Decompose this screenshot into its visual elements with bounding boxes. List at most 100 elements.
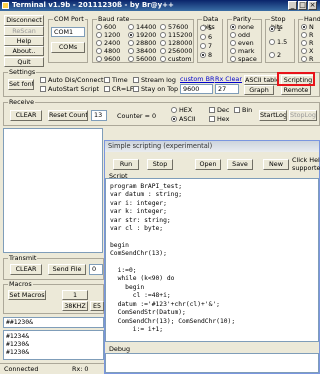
baud-col-2: 14400 19200 28800 38400 56000: [128, 23, 162, 63]
auto-dis-connect-checkbox[interactable]: Auto Dis/Connect: [40, 76, 103, 84]
baud-option[interactable]: 28800: [128, 39, 162, 47]
crlf-checkbox[interactable]: CR=LF: [104, 85, 134, 93]
data-bits-option[interactable]: 7: [200, 42, 212, 51]
data-bits-option[interactable]: 6: [200, 33, 212, 42]
app-icon: [2, 2, 9, 9]
send-file-button[interactable]: Send File: [48, 264, 86, 275]
graph-button[interactable]: Graph: [244, 85, 274, 95]
baud-option[interactable]: 256000: [160, 47, 194, 55]
parity-option[interactable]: odd: [230, 31, 257, 39]
help-hint-line: supported: [292, 164, 320, 172]
parity-option[interactable]: space: [230, 55, 257, 63]
transmit-number-input[interactable]: 0: [89, 264, 103, 275]
maximize-button[interactable]: □: [298, 1, 307, 10]
rx-clear-label[interactable]: Rx Clear: [215, 75, 242, 83]
handshake-option[interactable]: X: [301, 47, 314, 55]
stoplog-button[interactable]: StopLog: [289, 110, 317, 121]
new-button[interactable]: New: [263, 159, 289, 170]
baud-option[interactable]: 4800: [96, 47, 132, 55]
baud-option[interactable]: 57600: [160, 23, 194, 31]
receive-group: Receive CLEAR Reset Counter 13 Counter =…: [3, 98, 320, 126]
data-bits-option[interactable]: 5: [200, 24, 212, 33]
data-bits-option-selected[interactable]: 8: [200, 51, 212, 60]
autostart-script-checkbox[interactable]: AutoStart Script: [40, 85, 99, 93]
baud-col-3: 57600 115200 128000 256000 custom: [160, 23, 194, 63]
baud-option[interactable]: 128000: [160, 39, 194, 47]
counter-label: Counter = 0: [117, 112, 157, 120]
macro-button-1[interactable]: 1: [62, 290, 88, 300]
custom-br-input[interactable]: 9600: [180, 84, 213, 94]
baud-option[interactable]: 115200: [160, 31, 194, 39]
help-button[interactable]: Help: [4, 36, 44, 46]
stop-bits-option-selected[interactable]: 1: [269, 25, 287, 38]
receive-clear-button[interactable]: CLEAR: [10, 110, 42, 121]
hex-checkbox[interactable]: Hex: [209, 115, 229, 123]
scripting-window: Simple scripting (experimental) Run Stop…: [104, 140, 320, 374]
baud-option[interactable]: 56000: [128, 55, 162, 63]
transmit-clear-button[interactable]: CLEAR: [10, 264, 42, 275]
baud-option[interactable]: 14400: [128, 23, 162, 31]
baud-option[interactable]: 600: [96, 23, 132, 31]
disconnect-button[interactable]: Disconnect: [4, 15, 44, 26]
rx-clear-input[interactable]: 27: [215, 84, 239, 94]
scripting-highlight-box: [277, 72, 315, 86]
dec-checkbox[interactable]: Dec: [209, 106, 229, 114]
baud-option[interactable]: 2400: [96, 39, 132, 47]
set-macros-button[interactable]: Set Macros: [8, 290, 46, 300]
about-button[interactable]: About..: [4, 46, 44, 56]
coms-button[interactable]: COMs: [51, 42, 85, 53]
handshake-option-selected[interactable]: N: [301, 23, 314, 31]
baud-option[interactable]: 1200: [96, 31, 132, 39]
macro-button-2[interactable]: 38KHZ: [62, 301, 88, 311]
minimize-button[interactable]: _: [288, 1, 297, 10]
handshaking-label: Handsh: [303, 15, 320, 23]
bin-checkbox[interactable]: Bin: [234, 106, 252, 114]
counter-input[interactable]: 13: [91, 110, 107, 121]
ascii-table-button[interactable]: ASCII table: [244, 75, 278, 85]
custom-br-label[interactable]: custom BR: [180, 75, 214, 83]
connection-status: Connected: [4, 365, 39, 373]
time-checkbox[interactable]: Time: [104, 76, 128, 84]
rx-count: Rx: 0: [72, 365, 89, 373]
quit-button[interactable]: Quit: [4, 57, 44, 67]
handshake-option[interactable]: R: [301, 31, 314, 39]
receive-ascii-radio[interactable]: ASCII: [171, 115, 196, 123]
receive-hex-radio[interactable]: HEX: [171, 106, 192, 114]
handshaking-group: Handsh N R R X R: [298, 15, 320, 63]
parity-option[interactable]: even: [230, 39, 257, 47]
baud-option[interactable]: 9600: [96, 55, 132, 63]
macro-button-3[interactable]: E5: [90, 301, 104, 311]
close-button[interactable]: ×: [308, 1, 317, 10]
stop-bits-option[interactable]: 1.5: [269, 38, 287, 51]
open-button[interactable]: Open: [195, 159, 221, 170]
receive-terminal[interactable]: [3, 128, 103, 253]
save-button[interactable]: Save: [227, 159, 253, 170]
com-port-select[interactable]: COM1: [51, 27, 85, 37]
handshake-option[interactable]: R: [301, 39, 314, 47]
startlog-button[interactable]: StartLog: [259, 110, 287, 121]
stop-bits-option[interactable]: 2: [269, 51, 287, 64]
handshake-option[interactable]: R: [301, 55, 314, 63]
debug-output: [105, 353, 319, 373]
baud-option-selected[interactable]: 19200: [128, 31, 162, 39]
parity-option-selected[interactable]: none: [230, 23, 257, 31]
baud-option[interactable]: custom: [160, 55, 194, 63]
parity-option[interactable]: mark: [230, 47, 257, 55]
help-hint-line: Click Help: [292, 156, 320, 164]
stop-button[interactable]: Stop: [147, 159, 173, 170]
remote-button[interactable]: Remote: [281, 85, 311, 95]
stream-log-checkbox[interactable]: Stream log: [133, 76, 176, 84]
script-editor[interactable]: program BrAPI_test; var datum : string; …: [105, 178, 319, 342]
rescan-button[interactable]: ReScan: [4, 26, 44, 36]
transmit-input[interactable]: ##1230&: [3, 317, 104, 328]
stay-on-top-checkbox[interactable]: Stay on Top: [133, 85, 178, 93]
macros-group: Macros Set Macros 1 38KHZ E5: [3, 280, 104, 314]
run-button[interactable]: Run: [113, 159, 139, 170]
title-bar: Terminal v1.9b - 20111230ß - by Br@y++: [0, 0, 320, 11]
baud-option[interactable]: 38400: [128, 47, 162, 55]
set-font-button[interactable]: Set font: [8, 79, 34, 90]
transmit-log-line: #1230&: [6, 348, 30, 356]
window-title: Terminal v1.9b - 20111230ß - by Br@y++: [12, 1, 174, 9]
macros-label: Macros: [8, 280, 33, 288]
reset-counter-button[interactable]: Reset Counter: [48, 110, 88, 121]
